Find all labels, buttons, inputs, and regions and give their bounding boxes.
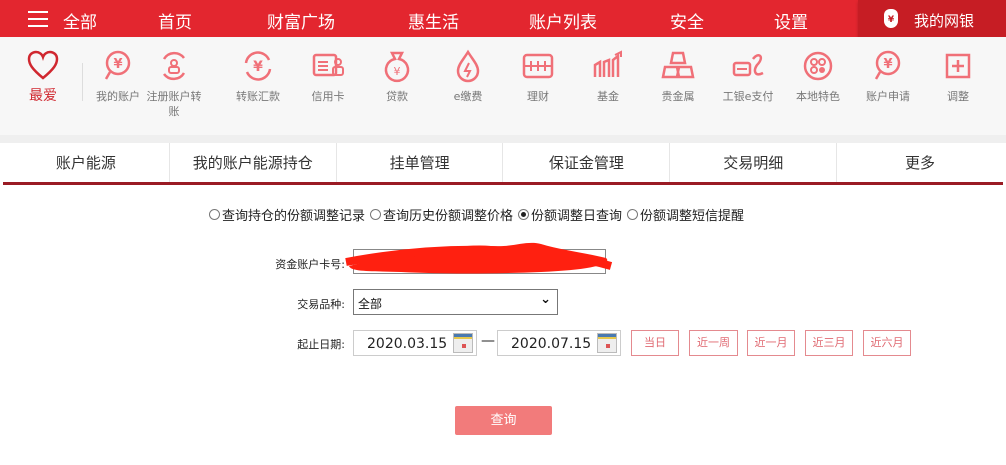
nav-all[interactable]: 全部 [63, 8, 97, 33]
radio-label: 份额调整短信提醒 [640, 209, 745, 224]
tab-transactions[interactable]: 交易明细 [670, 143, 838, 182]
tab-account-energy[interactable]: 账户能源 [3, 143, 170, 182]
shortcut-e-payment[interactable]: e缴费 [433, 49, 503, 104]
tab-margin[interactable]: 保证金管理 [503, 143, 671, 182]
query-type-radios: 查询持仓的份额调整记录 查询历史份额调整价格 份额调整日查询 份额调整短信提醒 [209, 205, 744, 224]
fund-icon [593, 50, 622, 77]
shortcut-label: 信用卡 [311, 90, 345, 103]
nav-wealth[interactable]: 财富广场 [267, 8, 335, 33]
radio-adjust-date[interactable]: 份额调整日查询 [518, 205, 622, 224]
calendar-icon[interactable] [453, 333, 473, 353]
account-label: 资金账户卡号: [275, 258, 345, 271]
radio-label: 查询持仓的份额调整记录 [222, 209, 366, 224]
radio-holding-records[interactable]: 查询持仓的份额调整记录 [209, 205, 365, 224]
shortcut-label: 调整 [947, 90, 969, 103]
shortcut-e-pay[interactable]: 工银e支付 [713, 49, 783, 104]
shortcut-label: 账户申请 [866, 90, 910, 103]
shortcut-label: e缴费 [453, 90, 483, 103]
tab-bar: 账户能源 我的账户能源持仓 挂单管理 保证金管理 交易明细 更多 [3, 143, 1003, 185]
my-bank-label: 我的网银 [914, 12, 975, 30]
start-date-value: 2020.03.15 [367, 336, 448, 352]
redaction-scribble [345, 242, 613, 274]
heart-icon [27, 50, 59, 80]
shortcut-fund[interactable]: 基金 [573, 49, 643, 104]
shortcut-register-transfer[interactable]: 注册账户转账 [139, 49, 209, 119]
calendar-icon[interactable] [597, 333, 617, 353]
loan-icon: ¥ [384, 51, 410, 83]
radio-circle[interactable] [209, 209, 220, 220]
quick-today-button[interactable]: 当日 [631, 330, 679, 356]
transfer-icon: ¥ [244, 51, 272, 81]
shortcut-transfer[interactable]: ¥ 转账汇款 [223, 49, 293, 104]
date-separator: — [481, 333, 495, 349]
local-feature-icon [803, 51, 833, 81]
end-date-value: 2020.07.15 [511, 336, 592, 352]
start-date-input[interactable]: 2020.03.15 [353, 330, 477, 356]
shortcut-local-feature[interactable]: 本地特色 [783, 49, 853, 104]
tab-orders[interactable]: 挂单管理 [337, 143, 504, 182]
shortcut-label: 基金 [597, 90, 619, 103]
radio-label: 份额调整日查询 [531, 209, 623, 224]
nav-settings[interactable]: 设置 [774, 8, 808, 33]
radio-sms-reminder[interactable]: 份额调整短信提醒 [627, 205, 744, 224]
shortcut-precious-metal[interactable]: 贵金属 [643, 49, 713, 104]
shortcut-label: 贵金属 [661, 90, 695, 103]
radio-circle-checked[interactable] [518, 209, 530, 220]
e-pay-icon [732, 54, 764, 77]
shortcut-favorite[interactable]: 最爱 [8, 49, 78, 104]
variety-select[interactable]: 全部 ⌄ [353, 289, 558, 315]
nav-security[interactable]: 安全 [670, 8, 704, 33]
shortcut-label: 转账汇款 [236, 90, 280, 103]
account-apply-icon: ¥ [874, 50, 901, 80]
shortcut-label: 我的账户 [96, 90, 140, 103]
e-payment-icon [456, 49, 480, 83]
radio-label: 查询历史份额调整价格 [383, 209, 514, 224]
money-bag-icon: ¥ [884, 9, 898, 28]
variety-label: 交易品种: [297, 298, 345, 311]
shortcut-bar: 最爱 ¥ 我的账户 注册账户转账 ¥ 转账汇款 信用卡 ¥ 贷款 e缴费 理财 基金 贵金属 工银e支付… [0, 37, 1006, 135]
shortcut-label: 工银e支付 [722, 90, 774, 103]
nav-accounts[interactable]: 账户列表 [529, 8, 597, 33]
shortcut-loan[interactable]: ¥ 贷款 [362, 49, 432, 104]
svg-text:¥: ¥ [883, 57, 892, 72]
chevron-down-icon: ⌄ [540, 292, 551, 307]
precious-metal-icon [661, 51, 695, 79]
my-bank-button[interactable]: ¥ 我的网银 [858, 0, 1006, 40]
nav-home[interactable]: 首页 [158, 8, 192, 33]
nav-life[interactable]: 惠生活 [408, 8, 459, 33]
shortcut-label: 贷款 [386, 90, 408, 103]
shortcut-label: 本地特色 [796, 90, 840, 103]
credit-card-icon [312, 53, 344, 77]
shortcut-adjust[interactable]: 调整 [923, 49, 993, 104]
variety-value: 全部 [358, 297, 383, 311]
quick-month-button[interactable]: 近一月 [747, 330, 795, 356]
tab-my-holdings[interactable]: 我的账户能源持仓 [170, 143, 337, 182]
radio-circle[interactable] [370, 209, 382, 220]
quick-week-button[interactable]: 近一周 [689, 330, 738, 356]
svg-text:¥: ¥ [113, 57, 122, 72]
radio-circle[interactable] [627, 209, 639, 220]
end-date-input[interactable]: 2020.07.15 [497, 330, 621, 356]
query-button[interactable]: 查询 [455, 406, 552, 435]
menu-icon[interactable] [28, 11, 48, 27]
shortcut-label: 理财 [527, 90, 549, 103]
register-transfer-icon [162, 51, 186, 81]
date-label: 起止日期: [297, 338, 345, 351]
finance-icon [522, 53, 554, 79]
shortcut-label: 注册账户转账 [146, 90, 202, 118]
my-account-icon: ¥ [104, 50, 131, 80]
shortcut-finance[interactable]: 理财 [503, 49, 573, 104]
top-nav: 全部 首页 财富广场 惠生活 账户列表 安全 设置 [0, 0, 1006, 37]
shortcut-account-apply[interactable]: ¥ 账户申请 [853, 49, 923, 104]
quick-6months-button[interactable]: 近六月 [863, 330, 911, 356]
tab-more[interactable]: 更多 [837, 143, 1003, 182]
separator [0, 135, 1006, 143]
svg-text:¥: ¥ [394, 65, 401, 78]
shortcut-credit-card[interactable]: 信用卡 [293, 49, 363, 104]
quick-3months-button[interactable]: 近三月 [805, 330, 853, 356]
adjust-icon [945, 53, 971, 79]
svg-text:¥: ¥ [253, 59, 263, 75]
favorite-label: 最爱 [29, 88, 57, 104]
radio-history-price[interactable]: 查询历史份额调整价格 [370, 205, 513, 224]
